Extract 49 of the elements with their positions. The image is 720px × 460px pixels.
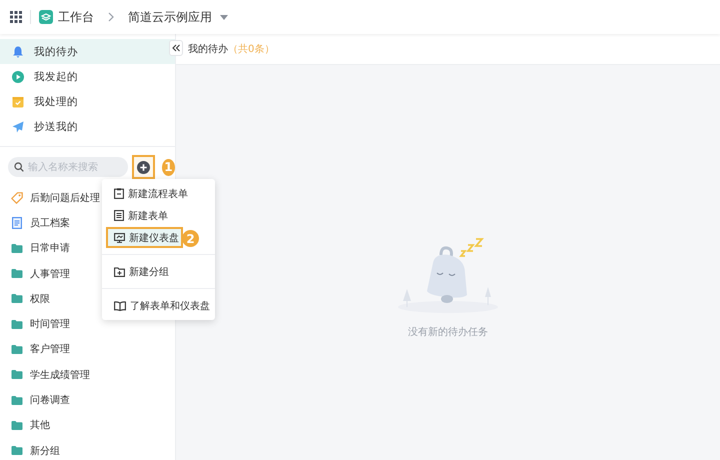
folder-icon	[11, 269, 23, 278]
chevron-right-icon	[108, 12, 114, 22]
inbox-icon	[12, 96, 24, 108]
menu-item[interactable]: 新建流程表单	[106, 183, 212, 204]
folder-icon	[11, 344, 23, 354]
add-button[interactable]	[132, 155, 155, 179]
monitor-icon	[114, 232, 125, 242]
play-icon	[12, 70, 24, 82]
tree-item[interactable]: 其他	[0, 412, 175, 438]
nav-item[interactable]: 我发起的	[0, 64, 175, 89]
folder-icon	[11, 294, 23, 304]
folder-plus-icon	[114, 266, 125, 276]
nav-item[interactable]: 我的待办	[0, 39, 175, 64]
folder-icon	[11, 370, 23, 380]
open-book-icon	[114, 300, 126, 310]
empty-state-text: 没有新的待办任务	[408, 326, 488, 339]
menu-item[interactable]: 新建分组	[106, 261, 212, 282]
paper-plane-icon	[12, 120, 24, 132]
tree-item[interactable]: 新分组	[0, 438, 175, 460]
item-count: （共0条）	[228, 42, 274, 56]
apps-grid-icon[interactable]	[10, 11, 22, 23]
page-title: 我的待办	[188, 42, 228, 56]
step-number-badge: 2	[182, 230, 199, 247]
clipboard-icon	[114, 188, 124, 199]
bell-icon	[12, 46, 24, 58]
tag-icon	[11, 192, 23, 204]
caret-down-icon[interactable]	[220, 14, 228, 20]
tree-item[interactable]: 学生成绩管理	[0, 362, 175, 388]
app-name[interactable]: 简道云示例应用	[128, 8, 212, 26]
workspace-link[interactable]: 工作台	[58, 8, 94, 26]
folder-icon	[11, 420, 23, 430]
double-chevron-left-icon	[172, 44, 180, 52]
form-icon	[114, 210, 124, 221]
nav-item[interactable]: 我处理的	[0, 89, 175, 114]
folder-icon	[11, 396, 23, 405]
tree-item[interactable]: 问卷调查	[0, 387, 175, 413]
document-icon	[11, 216, 23, 229]
tree-item[interactable]: 客户管理	[0, 336, 175, 362]
folder-icon	[11, 446, 23, 456]
nav-item[interactable]: 抄送我的	[0, 114, 175, 139]
step-number-badge: 1	[162, 158, 175, 176]
folder-icon	[11, 244, 23, 253]
collapse-sidebar-button[interactable]	[169, 40, 183, 56]
menu-item[interactable]: 新建表单	[106, 205, 212, 226]
menu-item[interactable]: 新建仪表盘	[106, 227, 183, 248]
search-icon	[14, 162, 24, 172]
plus-circle-icon	[136, 160, 150, 174]
folder-icon	[11, 320, 23, 329]
stack-logo-icon	[39, 10, 53, 24]
